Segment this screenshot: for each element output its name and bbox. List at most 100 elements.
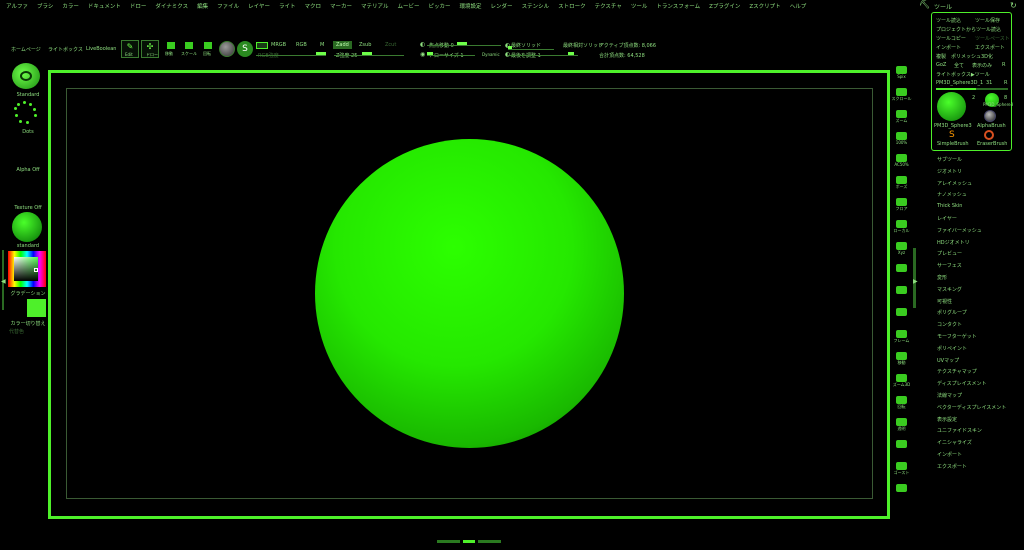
zadd-button[interactable]: Zadd [333, 41, 352, 49]
right-shelf-button[interactable]: 回転 [893, 395, 910, 410]
subpalette-item[interactable]: ユニファイドスキン [937, 427, 1006, 439]
draw-size-slider[interactable] [427, 51, 475, 56]
copy-tool-button[interactable]: ツールコピー [936, 35, 966, 42]
tool-item-eraserbrush[interactable]: EraserBrush [977, 141, 1007, 147]
color-swatch-icon[interactable]: S [237, 41, 253, 57]
subpalette-item[interactable]: ポリグループ [937, 309, 1006, 321]
right-shelf-button[interactable]: ローカル [893, 219, 910, 234]
brush-thumbnail[interactable] [12, 63, 40, 89]
right-shelf-button[interactable]: ゴースト [893, 461, 910, 476]
make-polymesh-button[interactable]: ポリメッシュ3D化 [951, 53, 993, 60]
right-shelf-button[interactable]: 透明 [893, 417, 910, 432]
subpalette-item[interactable]: ジオメトリ [937, 168, 1006, 180]
subpalette-item[interactable]: Thick Skin [937, 203, 1006, 215]
menu-item[interactable]: ムービー [398, 2, 420, 10]
menu-item[interactable]: トランスフォーム [656, 2, 700, 10]
scale-button[interactable]: スケール [181, 42, 197, 58]
3d-sphere-model[interactable] [315, 139, 624, 448]
simple-brush-icon[interactable]: S [949, 130, 957, 140]
subpalette-item[interactable]: HDジオメトリ [937, 239, 1006, 251]
pickaxe-icon[interactable]: ⛏ [919, 0, 930, 10]
subpalette-item[interactable]: イニシャライズ [937, 439, 1006, 451]
bottom-tray-toggle[interactable] [437, 540, 501, 544]
edit-button[interactable]: ✎ Edit [121, 40, 139, 58]
subpalette-item[interactable]: ディスプレイスメント [937, 380, 1006, 392]
import-button[interactable]: インポート [936, 44, 961, 51]
texture-name[interactable]: Texture Off [6, 205, 50, 211]
menu-item[interactable]: マクロ [305, 2, 322, 10]
subpalette-item[interactable]: 法線マップ [937, 392, 1006, 404]
right-shelf-button[interactable]: スクロール [892, 87, 912, 102]
tool-item-sphere3[interactable]: PM3D_Sphere3 [934, 123, 972, 129]
menu-item[interactable]: レイヤー [248, 2, 270, 10]
subpalette-item[interactable]: 表示設定 [937, 416, 1006, 428]
menu-item[interactable]: カラー [62, 2, 79, 10]
refresh-icon[interactable]: ↻ [1010, 1, 1017, 10]
subpalette-item[interactable]: エクスポート [937, 463, 1006, 475]
dynamic-button[interactable]: Dynamic [482, 52, 500, 57]
goz-button[interactable]: GoZ [936, 62, 946, 68]
subpalette-item[interactable]: サブツール [937, 156, 1006, 168]
menu-item[interactable]: マーカー [330, 2, 352, 10]
r-button[interactable]: R [1002, 62, 1005, 68]
menu-item[interactable]: Zプラグイン [709, 2, 740, 10]
menu-item[interactable]: ピッカー [429, 2, 451, 10]
home-button[interactable]: ホームページ [11, 46, 41, 53]
draw-button[interactable]: ✣ ドロー [141, 40, 159, 58]
clone-button[interactable]: 複製 [936, 53, 946, 60]
right-shelf-button[interactable]: フロア [893, 197, 910, 212]
last-solid-slider[interactable] [508, 45, 554, 50]
subpalette-item[interactable]: UVマップ [937, 357, 1006, 369]
load-tool-button[interactable]: ツール読込 [936, 17, 961, 24]
z-intensity-slider[interactable] [334, 51, 404, 56]
menu-item[interactable]: テクスチャ [595, 2, 622, 10]
subpalette-item[interactable]: サーフェス [937, 262, 1006, 274]
right-shelf-button[interactable]: フレーム [893, 329, 910, 344]
lightbox-tools-button[interactable]: ライトボックス▶ツール [936, 71, 990, 78]
eraser-brush-icon[interactable] [984, 130, 994, 140]
menu-item[interactable]: Zスクリプト [749, 2, 780, 10]
focal-shift-slider[interactable] [427, 41, 501, 46]
menu-item[interactable]: ヘルプ [790, 2, 807, 10]
right-shelf-button[interactable] [893, 439, 910, 454]
right-shelf-button[interactable] [893, 483, 910, 498]
liveboolean-button[interactable]: LiveBoolean [86, 46, 116, 52]
left-collapse-arrow-icon[interactable]: ◀ [1, 278, 6, 285]
zcut-button[interactable]: Zcut [385, 42, 396, 48]
subpalette-item[interactable]: アレイメッシュ [937, 180, 1006, 192]
subpalette-item[interactable]: レイヤー [937, 215, 1006, 227]
menu-item[interactable]: ドキュメント [88, 2, 121, 10]
mrgb-button[interactable]: MRGB [271, 42, 286, 48]
lightbox-button[interactable]: ライトボックス [48, 46, 83, 53]
rgb-intensity-slider[interactable] [256, 51, 326, 56]
alpha-name[interactable]: Alpha Off [6, 167, 50, 173]
sphere-tool-thumbnail[interactable] [937, 92, 966, 121]
main-color-swatch[interactable] [27, 299, 46, 317]
subpalette-item[interactable]: ベクターディスプレイスメント [937, 404, 1006, 416]
tool-item-alphabrush[interactable]: AlphaBrush [977, 123, 1006, 129]
menu-item[interactable]: アルファ [6, 2, 28, 10]
subpalette-item[interactable]: コンタクト [937, 321, 1006, 333]
visible-only-button[interactable]: 表示のみ [972, 62, 992, 69]
mrgb-toggle[interactable] [256, 42, 268, 49]
export-button[interactable]: エクスポート [975, 44, 1005, 51]
tool-slider[interactable] [936, 88, 1008, 90]
subpalette-item[interactable]: プレビュー [937, 250, 1006, 262]
load-from-project-button[interactable]: プロジェクトからツール読込 [936, 26, 1001, 33]
subpalette-item[interactable]: 変形 [937, 274, 1006, 286]
material-sphere-icon[interactable] [219, 41, 235, 57]
subpalette-item[interactable]: ナノメッシュ [937, 191, 1006, 203]
color-picker[interactable] [8, 251, 46, 287]
m-button[interactable]: M [320, 42, 324, 48]
menu-item[interactable]: ストローク [558, 2, 586, 10]
right-shelf-button[interactable]: 移動 [893, 351, 910, 366]
menu-item[interactable]: ダイナミクス [155, 2, 188, 10]
right-shelf-button[interactable]: ズーム3D [893, 373, 910, 388]
right-shelf-button[interactable]: ポーズ [893, 175, 910, 190]
tool-menu-title[interactable]: ツール [934, 2, 952, 11]
stroke-thumbnail[interactable] [12, 101, 40, 127]
current-tool-r-button[interactable]: R [1004, 80, 1007, 86]
right-shelf-button[interactable] [893, 263, 910, 278]
subpalette-item[interactable]: インポート [937, 451, 1006, 463]
tool-item-simplebrush[interactable]: SimpleBrush [937, 141, 969, 147]
